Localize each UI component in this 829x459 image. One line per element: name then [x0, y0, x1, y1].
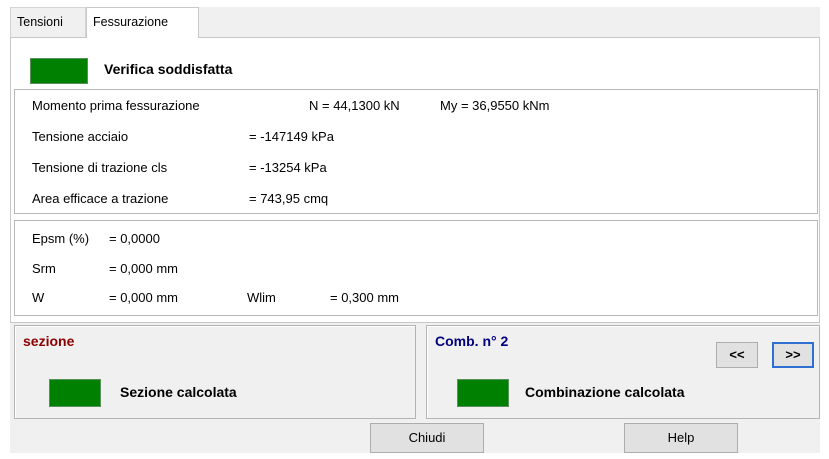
crack-width-group: Epsm (%) = 0,0000 Srm = 0,000 mm W = 0,0… [14, 220, 818, 316]
combinazione-status-label: Combinazione calcolata [525, 384, 685, 400]
fessurazione-panel: Verifica soddisfatta Momento prima fessu… [10, 37, 820, 323]
wlim-value: = 0,300 mm [330, 290, 400, 305]
sezione-status-indicator [49, 379, 101, 407]
tab-label: Tensioni [17, 15, 63, 29]
momento-my-value: My = 36,9550 kNm [440, 98, 550, 113]
tab-fessurazione[interactable]: Fessurazione [86, 7, 199, 38]
area-efficace-label: Area efficace a trazione [32, 191, 169, 206]
momento-n-value: N = 44,1300 kN [309, 98, 400, 113]
srm-label: Srm [32, 261, 56, 276]
status-label: Verifica soddisfatta [104, 61, 233, 77]
area-efficace-value: = 743,95 cmq [249, 191, 329, 206]
srm-value: = 0,000 mm [109, 261, 179, 276]
help-button[interactable]: Help [624, 423, 738, 453]
stress-group: Momento prima fessurazione N = 44,1300 k… [14, 89, 818, 214]
close-button[interactable]: Chiudi [370, 423, 484, 453]
tab-tensioni[interactable]: Tensioni [10, 7, 86, 37]
sezione-group: sezione Sezione calcolata [14, 325, 416, 419]
wlim-label: Wlim [247, 290, 276, 305]
sezione-title: sezione [23, 333, 75, 349]
status-indicator [30, 58, 88, 84]
dialog-window: Tensioni Fessurazione Verifica soddisfat… [10, 7, 820, 453]
tensione-acciaio-label: Tensione acciaio [32, 129, 129, 144]
tensione-acciaio-value: = -147149 kPa [249, 129, 334, 144]
combinazione-status-indicator [457, 379, 509, 407]
epsm-value: = 0,0000 [109, 231, 160, 246]
combinazione-title: Comb. n° 2 [435, 333, 509, 349]
epsm-label: Epsm (%) [32, 231, 90, 246]
tensione-cls-value: = -13254 kPa [249, 160, 327, 175]
previous-combination-button[interactable]: << [716, 342, 758, 368]
tensione-cls-label: Tensione di trazione cls [32, 160, 168, 175]
momento-label: Momento prima fessurazione [32, 98, 200, 113]
sezione-status-label: Sezione calcolata [120, 384, 237, 400]
w-value: = 0,000 mm [109, 290, 179, 305]
w-label: W [32, 290, 45, 305]
tab-label: Fessurazione [93, 15, 169, 29]
combinazione-group: Comb. n° 2 << >> Combinazione calcolata [426, 325, 820, 419]
next-combination-button[interactable]: >> [772, 342, 814, 368]
